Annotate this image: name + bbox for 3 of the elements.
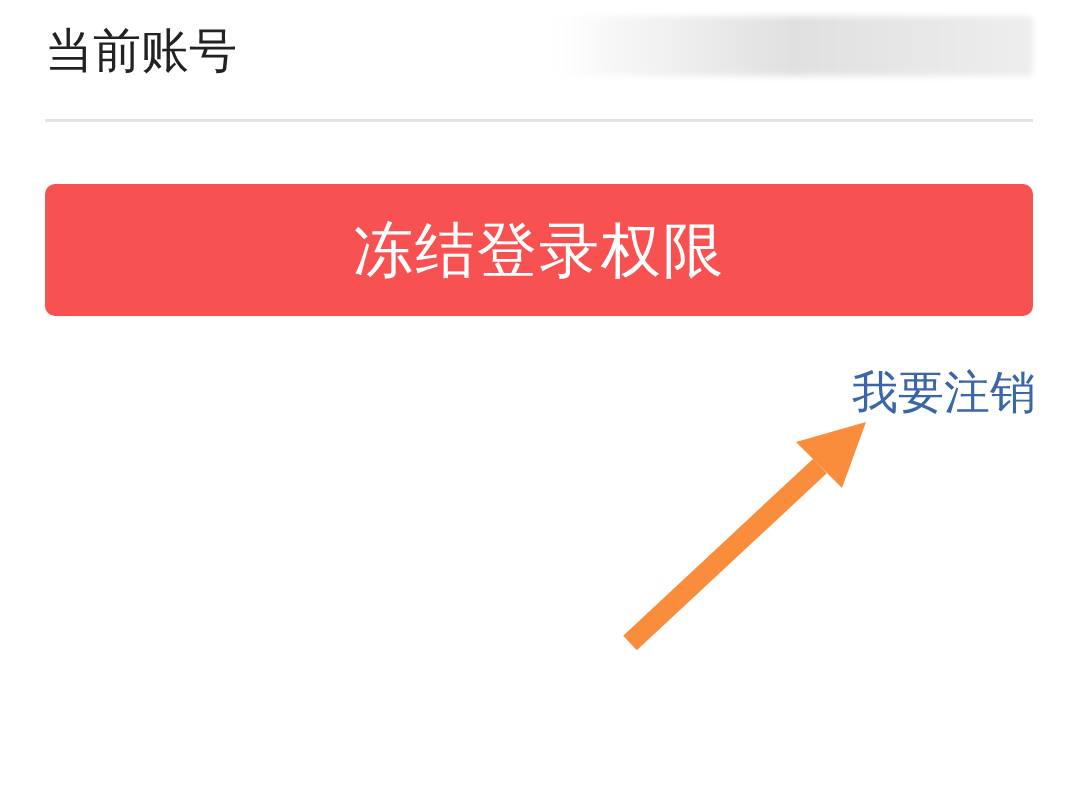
account-label: 当前账号: [45, 20, 237, 80]
deactivate-link[interactable]: 我要注销: [852, 358, 1036, 427]
freeze-login-button[interactable]: 冻结登录权限: [45, 184, 1033, 316]
